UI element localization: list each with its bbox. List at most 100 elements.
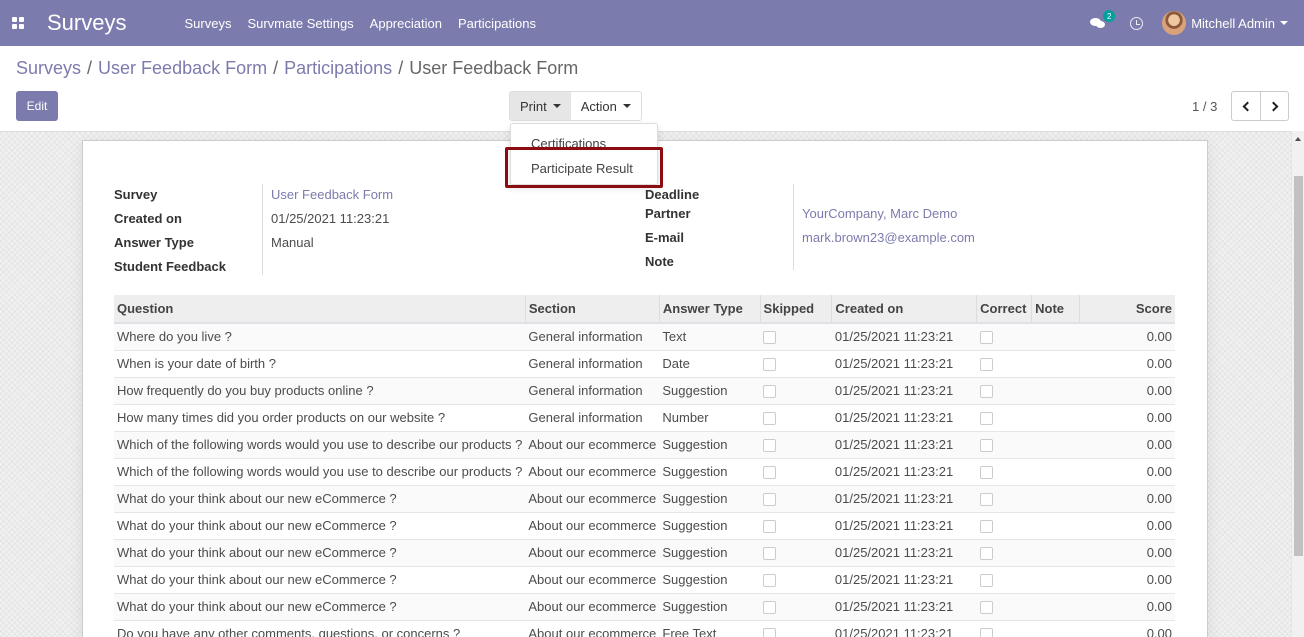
user-menu[interactable]: Mitchell Admin (1191, 16, 1275, 31)
skipped-checkbox[interactable] (763, 412, 777, 426)
correct-cell (976, 565, 1032, 593)
avatar[interactable] (1162, 11, 1187, 35)
partner-value[interactable]: YourCompany, Marc Demo (802, 206, 957, 221)
table-row[interactable]: How many times did you order products on… (114, 403, 1175, 431)
answers-table: Question Section Answer Type Skipped Cre… (114, 295, 1175, 637)
table-row[interactable]: What do your think about our new eCommer… (114, 511, 1175, 539)
column-header-section[interactable]: Section (525, 295, 660, 324)
table-row[interactable]: What do your think about our new eCommer… (114, 565, 1175, 593)
question-cell: Which of the following words would you u… (114, 430, 526, 458)
skipped-cell (760, 538, 832, 566)
score-cell: 0.00 (1079, 565, 1175, 593)
answer-type-cell: Text (659, 322, 761, 350)
column-header-skipped[interactable]: Skipped (760, 295, 833, 324)
correct-checkbox[interactable] (979, 385, 993, 399)
pager-value[interactable]: 1 / 3 (1192, 99, 1217, 114)
correct-checkbox[interactable] (979, 331, 993, 345)
scroll-up-icon[interactable] (1295, 137, 1301, 141)
correct-checkbox[interactable] (979, 493, 993, 507)
answer-type-value: Manual (271, 235, 314, 250)
skipped-cell (760, 403, 832, 431)
app-brand[interactable]: Surveys (47, 10, 126, 36)
question-cell: When is your date of birth ? (114, 349, 526, 377)
skipped-cell (760, 484, 832, 512)
created-on-cell: 01/25/2021 11:23:21 (831, 565, 977, 593)
note-cell (1031, 403, 1080, 431)
breadcrumb-participations[interactable]: Participations (284, 58, 392, 78)
note-label: Note (645, 254, 674, 269)
email-value[interactable]: mark.brown23@example.com (802, 230, 975, 245)
table-row[interactable]: How frequently do you buy products onlin… (114, 376, 1175, 404)
menu-item-participations[interactable]: Participations (450, 16, 544, 31)
table-row[interactable]: Which of the following words would you u… (114, 430, 1175, 458)
correct-checkbox[interactable] (979, 412, 993, 426)
action-button[interactable]: Action (571, 92, 641, 120)
skipped-checkbox[interactable] (763, 331, 777, 345)
chevron-down-icon[interactable] (1280, 21, 1288, 25)
correct-checkbox[interactable] (979, 574, 993, 588)
table-row[interactable]: What do your think about our new eCommer… (114, 484, 1175, 512)
correct-cell (976, 484, 1032, 512)
app-grid-icon[interactable] (12, 17, 24, 29)
skipped-checkbox[interactable] (763, 466, 777, 480)
edit-button[interactable]: Edit (16, 91, 58, 121)
menu-item-survmate-settings[interactable]: Survmate Settings (239, 16, 361, 31)
skipped-checkbox[interactable] (763, 439, 777, 453)
skipped-checkbox[interactable] (763, 547, 777, 561)
note-cell (1031, 484, 1080, 512)
survey-value[interactable]: User Feedback Form (271, 187, 393, 202)
column-header-correct[interactable]: Correct (976, 295, 1033, 324)
pager-previous-button[interactable] (1232, 92, 1260, 120)
correct-cell (976, 403, 1032, 431)
table-row[interactable]: What do your think about our new eCommer… (114, 538, 1175, 566)
correct-checkbox[interactable] (979, 466, 993, 480)
breadcrumb-surveys[interactable]: Surveys (16, 58, 81, 78)
section-cell: General information (525, 322, 660, 350)
skipped-checkbox[interactable] (763, 520, 777, 534)
column-header-note[interactable]: Note (1031, 295, 1080, 324)
created-on-cell: 01/25/2021 11:23:21 (831, 322, 977, 350)
pager-buttons (1231, 91, 1289, 121)
column-header-score[interactable]: Score (1079, 295, 1175, 324)
pager-next-button[interactable] (1260, 92, 1288, 120)
correct-cell (976, 457, 1032, 485)
correct-checkbox[interactable] (979, 547, 993, 561)
skipped-checkbox[interactable] (763, 601, 777, 615)
section-cell: About our ecommerce (525, 457, 660, 485)
skipped-checkbox[interactable] (763, 385, 777, 399)
table-row[interactable]: Which of the following words would you u… (114, 457, 1175, 485)
table-row[interactable]: Where do you live ? General information Te… (114, 322, 1175, 350)
skipped-checkbox[interactable] (763, 493, 777, 507)
skipped-checkbox[interactable] (763, 358, 777, 372)
vertical-scrollbar[interactable] (1291, 131, 1304, 637)
column-header-question[interactable]: Question (114, 295, 526, 324)
section-cell: About our ecommerce (525, 592, 660, 620)
navbar-right: 2 Mitchell Admin (1090, 0, 1304, 46)
created-on-label: Created on (114, 211, 182, 226)
scrollbar-thumb[interactable] (1294, 176, 1303, 556)
note-cell (1031, 592, 1080, 620)
question-cell: How many times did you order products on… (114, 403, 526, 431)
note-cell (1031, 376, 1080, 404)
section-cell: General information (525, 403, 660, 431)
clock-icon[interactable] (1130, 16, 1144, 30)
menu-item-surveys[interactable]: Surveys (176, 16, 239, 31)
skipped-checkbox[interactable] (763, 628, 777, 637)
skipped-checkbox[interactable] (763, 574, 777, 588)
breadcrumb-user-feedback-form[interactable]: User Feedback Form (98, 58, 267, 78)
correct-checkbox[interactable] (979, 358, 993, 372)
answer-type-cell: Suggestion (659, 511, 761, 539)
column-header-created-on[interactable]: Created on (831, 295, 978, 324)
table-row[interactable]: When is your date of birth ? General info… (114, 349, 1175, 377)
table-row[interactable]: Do you have any other comments, question… (114, 619, 1175, 637)
chevron-down-icon (552, 104, 561, 108)
chat-icon[interactable]: 2 (1090, 10, 1116, 30)
print-button[interactable]: Print (510, 92, 571, 120)
correct-checkbox[interactable] (979, 439, 993, 453)
correct-checkbox[interactable] (979, 601, 993, 615)
correct-checkbox[interactable] (979, 628, 993, 637)
correct-checkbox[interactable] (979, 520, 993, 534)
column-header-answer-type[interactable]: Answer Type (659, 295, 761, 324)
table-row[interactable]: What do your think about our new eCommer… (114, 592, 1175, 620)
menu-item-appreciation[interactable]: Appreciation (362, 16, 450, 31)
